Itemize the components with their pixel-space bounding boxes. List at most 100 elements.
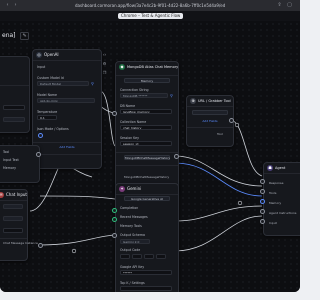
chat-field[interactable]	[3, 204, 23, 209]
node-mongodb-title: MongoDB Atlas Chat Memory	[127, 65, 179, 69]
pill[interactable]	[156, 254, 166, 259]
agent-port[interactable]	[260, 219, 265, 224]
forward-icon[interactable]: ›	[12, 2, 19, 9]
temperature-input[interactable]: 0.1	[37, 115, 57, 120]
link-icon[interactable]: ⚲	[91, 81, 94, 86]
node-gemini[interactable]: ✦ Gemini Google Generative AI Completion…	[115, 183, 179, 292]
mongodb-action-button[interactable]: Memory	[124, 78, 170, 83]
flow-canvas[interactable]: ena] ✎ ◎ OpenAI Input Custom Model Id De…	[0, 21, 300, 292]
node-mongodb-header: ◆ MongoDB Atlas Chat Memory	[116, 62, 178, 76]
chat-field[interactable]	[3, 228, 23, 233]
settings-input[interactable]	[120, 286, 172, 291]
tab-chip[interactable]: Chrome – Test & Agentic Flow	[118, 13, 184, 19]
node-agent-header: ☗ Agent	[264, 163, 300, 174]
edge-handle	[237, 200, 243, 206]
agent-port[interactable]	[260, 199, 265, 204]
chat-output-label: Chat Message Instance	[3, 241, 38, 245]
url-field[interactable]	[192, 110, 228, 115]
gemini-input-port[interactable]	[112, 217, 117, 222]
edge	[99, 90, 116, 147]
field-label: Completion	[120, 206, 139, 210]
node-mongodb[interactable]: ◆ MongoDB Atlas Chat Memory Memory Conne…	[115, 61, 179, 193]
address-url[interactable]: dashboard.cormoran.app/flow/3a7e4c2b-9f0…	[75, 2, 225, 9]
node-chat-header: ✉ Chat Input	[0, 190, 27, 201]
field-label: Google API Key	[120, 265, 145, 269]
edge	[174, 205, 263, 222]
edge	[229, 119, 263, 177]
left-partial-field[interactable]	[3, 105, 25, 110]
pill[interactable]	[144, 254, 154, 259]
left-mid-port[interactable]	[36, 152, 41, 157]
agent-port[interactable]	[260, 179, 265, 184]
gemini-input-port[interactable]	[112, 208, 117, 213]
node-chat-title: Chat Input	[6, 192, 27, 197]
mongodb-icon: ◆	[119, 64, 125, 70]
share-icon[interactable]: ⇪	[276, 2, 283, 9]
left-mid-row: Memory	[3, 166, 16, 170]
node-toolbar-copy-icon[interactable]: ❐	[101, 69, 108, 76]
node-openai-title: OpenAI	[44, 52, 59, 57]
left-partial-select[interactable]	[3, 117, 25, 122]
node-chat-input[interactable]: ✉ Chat Input	[0, 189, 28, 261]
node-url-title: URL / Grabber Tool	[198, 99, 231, 103]
node-url-tool[interactable]: ⊕ URL / Grabber Tool Add Fields Tool	[186, 95, 234, 147]
connection-select[interactable]: MongoDB ******	[120, 93, 168, 98]
flow-title[interactable]: ena] ✎	[2, 32, 29, 40]
node-left-mid[interactable]: Tool Input Text Memory	[0, 145, 40, 183]
api-key-input[interactable]: ******	[120, 270, 172, 275]
left-mid-row: Input Text	[3, 158, 19, 162]
agent-port-label: Agent Instructions	[269, 211, 297, 215]
node-openai[interactable]: ◎ OpenAI Input Custom Model Id Default M…	[32, 49, 102, 169]
gemini-input-port[interactable]	[112, 233, 117, 238]
url-output-port[interactable]	[229, 118, 234, 123]
field-label: Json Mode / Options	[37, 127, 69, 131]
node-url-header: ⊕ URL / Grabber Tool	[187, 96, 233, 107]
field-label: DB Name	[120, 104, 136, 108]
collection-input[interactable]: chat_history	[120, 125, 172, 130]
gemini-icon: ✦	[119, 186, 125, 192]
db-name-input[interactable]: langflow_memory	[120, 109, 172, 114]
flow-title-text: ena]	[2, 32, 16, 39]
node-left-partial[interactable]	[0, 56, 30, 133]
add-fields-button[interactable]: Add Fields	[47, 145, 87, 150]
link-icon[interactable]: ⚲	[170, 93, 173, 98]
field-label: Recent Messages	[120, 215, 148, 219]
session-key-input[interactable]: session_id	[120, 141, 172, 146]
mongodb-input-port[interactable]	[112, 111, 117, 116]
gemini-top-button[interactable]: Google Generative AI	[124, 196, 170, 201]
field-label: Temperature	[37, 110, 58, 114]
field-label: Top K / Settings	[120, 281, 145, 285]
chat-icon: ✉	[0, 192, 4, 198]
node-gemini-title: Gemini	[127, 186, 142, 191]
agent-port[interactable]	[260, 189, 265, 194]
edge	[174, 162, 263, 197]
model-name-select[interactable]: gpt-4o-mini	[37, 98, 95, 103]
edge	[174, 215, 263, 252]
globe-icon: ⊕	[190, 98, 196, 104]
tabs-icon[interactable]: ▢	[286, 2, 293, 9]
field-label: Memory Tools	[120, 224, 142, 228]
pill[interactable]	[120, 254, 130, 259]
edge	[174, 155, 263, 187]
add-fields-button[interactable]: Add Fields	[192, 119, 228, 124]
pill[interactable]	[132, 254, 142, 259]
chat-field[interactable]	[3, 216, 23, 221]
node-agent[interactable]: ☗ Agent Response Tools Memory Agent Inst…	[263, 162, 300, 236]
edit-icon[interactable]: ✎	[20, 32, 29, 40]
agent-port-label: Memory	[269, 201, 282, 205]
mongodb-output-button[interactable]: MongoDBChatMessageHistory	[124, 155, 170, 160]
toggle-port[interactable]	[38, 133, 43, 138]
back-icon[interactable]: ‹	[4, 2, 11, 9]
mongodb-output-port[interactable]	[174, 154, 179, 159]
gemini-model-select[interactable]: Gemini 2.0	[120, 239, 150, 244]
chat-output-port[interactable]	[38, 243, 43, 248]
node-gemini-header: ✦ Gemini	[116, 184, 178, 195]
agent-port-label: Tools	[269, 191, 277, 195]
node-agent-title: Agent	[275, 166, 286, 170]
agent-port[interactable]	[260, 209, 265, 214]
node-toolbar-code-icon[interactable]: ‹›	[101, 51, 108, 58]
node-toolbar-settings-icon[interactable]: ⚙	[101, 60, 108, 67]
custom-model-select[interactable]: Default Model	[37, 81, 89, 86]
field-label: Connection String	[120, 88, 149, 92]
agent-port-label: Response	[269, 181, 284, 185]
